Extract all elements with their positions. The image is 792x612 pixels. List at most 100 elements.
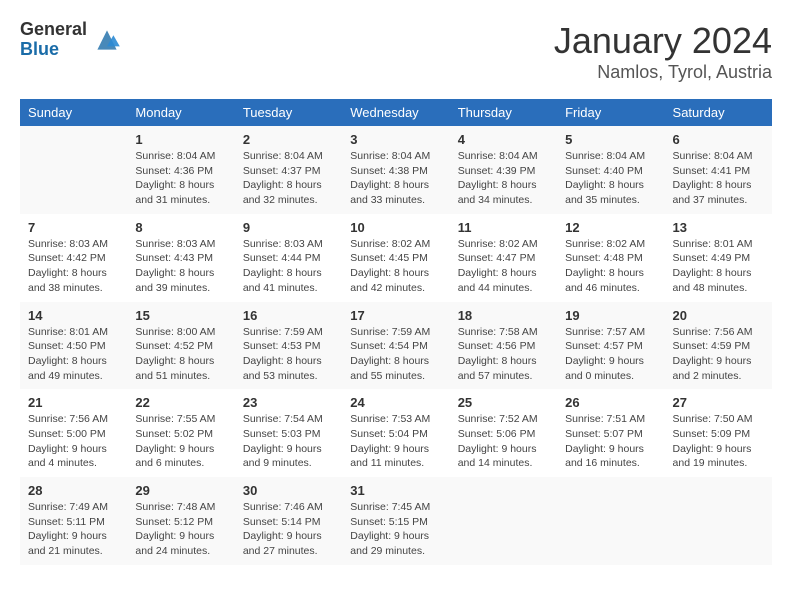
week-row-1: 1Sunrise: 8:04 AMSunset: 4:36 PMDaylight… [20,126,772,214]
day-number: 6 [673,132,764,147]
day-number: 20 [673,308,764,323]
day-number: 27 [673,395,764,410]
day-info: Sunrise: 8:04 AMSunset: 4:40 PMDaylight:… [565,149,656,208]
calendar-cell: 19 Sunrise: 7:57 AMSunset: 4:57 PMDayligh… [557,302,664,390]
day-number: 4 [458,132,549,147]
day-number: 7 [28,220,119,235]
day-info: Sunrise: 7:54 AMSunset: 5:03 PMDaylight:… [243,412,334,471]
logo: General Blue [20,20,123,60]
calendar-cell [20,126,127,214]
calendar-cell: 12 Sunrise: 8:02 AMSunset: 4:48 PMDayligh… [557,214,664,302]
day-number: 26 [565,395,656,410]
day-info: Sunrise: 7:55 AMSunset: 5:02 PMDaylight:… [135,412,226,471]
day-info: Sunrise: 7:46 AMSunset: 5:14 PMDaylight:… [243,500,334,559]
page-header: General Blue January 2024 Namlos, Tyrol,… [20,20,772,83]
day-number: 30 [243,483,334,498]
header-friday: Friday [557,99,664,126]
calendar-cell: 21 Sunrise: 7:56 AMSunset: 5:00 PMDayligh… [20,389,127,477]
title-block: January 2024 Namlos, Tyrol, Austria [554,20,772,83]
calendar-cell: 17 Sunrise: 7:59 AMSunset: 4:54 PMDayligh… [342,302,449,390]
calendar-cell: 4Sunrise: 8:04 AMSunset: 4:39 PMDaylight… [450,126,557,214]
day-number: 31 [350,483,441,498]
day-number: 8 [135,220,226,235]
day-number: 9 [243,220,334,235]
day-number: 16 [243,308,334,323]
day-info: Sunrise: 7:59 AMSunset: 4:53 PMDaylight:… [243,325,334,384]
calendar-cell: 3 Sunrise: 8:04 AMSunset: 4:38 PMDaylight… [342,126,449,214]
calendar-cell: 8 Sunrise: 8:03 AMSunset: 4:43 PMDaylight… [127,214,234,302]
week-row-2: 7 Sunrise: 8:03 AMSunset: 4:42 PMDaylight… [20,214,772,302]
header-thursday: Thursday [450,99,557,126]
day-info: Sunrise: 8:04 AMSunset: 4:36 PMDaylight:… [135,149,226,208]
day-info: Sunrise: 7:45 AMSunset: 5:15 PMDaylight:… [350,500,441,559]
day-number: 14 [28,308,119,323]
calendar-cell: 6Sunrise: 8:04 AMSunset: 4:41 PMDaylight… [665,126,772,214]
calendar-cell: 20Sunrise: 7:56 AMSunset: 4:59 PMDayligh… [665,302,772,390]
day-number: 19 [565,308,656,323]
day-info: Sunrise: 7:51 AMSunset: 5:07 PMDaylight:… [565,412,656,471]
day-number: 3 [350,132,441,147]
day-info: Sunrise: 8:04 AMSunset: 4:37 PMDaylight:… [243,149,334,208]
day-info: Sunrise: 7:56 AMSunset: 5:00 PMDaylight:… [28,412,119,471]
header-wednesday: Wednesday [342,99,449,126]
logo-blue-text: Blue [20,40,87,60]
week-row-5: 28 Sunrise: 7:49 AMSunset: 5:11 PMDayligh… [20,477,772,565]
month-title: January 2024 [554,20,772,62]
day-number: 12 [565,220,656,235]
calendar-table: Sunday Monday Tuesday Wednesday Thursday… [20,99,772,565]
day-number: 25 [458,395,549,410]
calendar-cell: 2 Sunrise: 8:04 AMSunset: 4:37 PMDaylight… [235,126,342,214]
calendar-header: Sunday Monday Tuesday Wednesday Thursday… [20,99,772,126]
day-info: Sunrise: 8:02 AMSunset: 4:48 PMDaylight:… [565,237,656,296]
day-info: Sunrise: 8:03 AMSunset: 4:44 PMDaylight:… [243,237,334,296]
calendar-cell: 30 Sunrise: 7:46 AMSunset: 5:14 PMDayligh… [235,477,342,565]
day-info: Sunrise: 8:04 AMSunset: 4:38 PMDaylight:… [350,149,441,208]
calendar-cell [450,477,557,565]
calendar-cell: 23Sunrise: 7:54 AMSunset: 5:03 PMDayligh… [235,389,342,477]
header-saturday: Saturday [665,99,772,126]
calendar-cell: 10 Sunrise: 8:02 AMSunset: 4:45 PMDayligh… [342,214,449,302]
calendar-body: 1Sunrise: 8:04 AMSunset: 4:36 PMDaylight… [20,126,772,565]
day-info: Sunrise: 7:49 AMSunset: 5:11 PMDaylight:… [28,500,119,559]
calendar-cell: 5Sunrise: 8:04 AMSunset: 4:40 PMDaylight… [557,126,664,214]
calendar-cell: 13Sunrise: 8:01 AMSunset: 4:49 PMDayligh… [665,214,772,302]
calendar-cell [665,477,772,565]
day-info: Sunrise: 7:59 AMSunset: 4:54 PMDaylight:… [350,325,441,384]
day-number: 11 [458,220,549,235]
day-number: 2 [243,132,334,147]
calendar-cell: 27Sunrise: 7:50 AMSunset: 5:09 PMDayligh… [665,389,772,477]
calendar-cell: 31 Sunrise: 7:45 AMSunset: 5:15 PMDayligh… [342,477,449,565]
day-info: Sunrise: 8:03 AMSunset: 4:42 PMDaylight:… [28,237,119,296]
day-info: Sunrise: 7:52 AMSunset: 5:06 PMDaylight:… [458,412,549,471]
calendar-cell: 18Sunrise: 7:58 AMSunset: 4:56 PMDayligh… [450,302,557,390]
day-number: 28 [28,483,119,498]
logo-general-text: General [20,20,87,40]
day-info: Sunrise: 8:03 AMSunset: 4:43 PMDaylight:… [135,237,226,296]
calendar-cell: 15Sunrise: 8:00 AMSunset: 4:52 PMDayligh… [127,302,234,390]
day-number: 21 [28,395,119,410]
week-row-4: 21 Sunrise: 7:56 AMSunset: 5:00 PMDayligh… [20,389,772,477]
calendar-cell: 14Sunrise: 8:01 AMSunset: 4:50 PMDayligh… [20,302,127,390]
day-info: Sunrise: 8:02 AMSunset: 4:47 PMDaylight:… [458,237,549,296]
calendar-cell: 24 Sunrise: 7:53 AMSunset: 5:04 PMDayligh… [342,389,449,477]
header-sunday: Sunday [20,99,127,126]
calendar-cell: 26 Sunrise: 7:51 AMSunset: 5:07 PMDayligh… [557,389,664,477]
day-number: 24 [350,395,441,410]
day-number: 15 [135,308,226,323]
day-info: Sunrise: 8:01 AMSunset: 4:49 PMDaylight:… [673,237,764,296]
day-number: 17 [350,308,441,323]
day-info: Sunrise: 8:02 AMSunset: 4:45 PMDaylight:… [350,237,441,296]
day-info: Sunrise: 7:53 AMSunset: 5:04 PMDaylight:… [350,412,441,471]
calendar-cell: 7 Sunrise: 8:03 AMSunset: 4:42 PMDaylight… [20,214,127,302]
calendar-cell: 11 Sunrise: 8:02 AMSunset: 4:47 PMDayligh… [450,214,557,302]
week-row-3: 14Sunrise: 8:01 AMSunset: 4:50 PMDayligh… [20,302,772,390]
day-info: Sunrise: 7:57 AMSunset: 4:57 PMDaylight:… [565,325,656,384]
calendar-cell: 9 Sunrise: 8:03 AMSunset: 4:44 PMDaylight… [235,214,342,302]
day-number: 29 [135,483,226,498]
header-tuesday: Tuesday [235,99,342,126]
day-number: 22 [135,395,226,410]
calendar-cell [557,477,664,565]
header-row: Sunday Monday Tuesday Wednesday Thursday… [20,99,772,126]
calendar-cell: 1Sunrise: 8:04 AMSunset: 4:36 PMDaylight… [127,126,234,214]
day-number: 10 [350,220,441,235]
